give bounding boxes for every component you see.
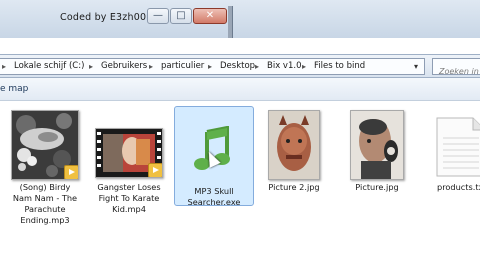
minimize-button[interactable]: — <box>147 8 169 24</box>
file-list: (Song) Birdy Nam Nam - The Parachute End… <box>0 100 480 270</box>
chevron-right-icon[interactable]: ▸ <box>302 59 306 74</box>
file-name-line: Picture 2.jpg <box>268 182 320 192</box>
play-icon <box>148 163 162 177</box>
file-name-line: Gangster Loses <box>97 182 161 192</box>
chevron-right-icon[interactable]: ▸ <box>89 59 93 74</box>
breadcrumb-item[interactable]: Gebruikers <box>101 59 147 74</box>
breadcrumb-item[interactable]: Files to bind <box>314 59 365 74</box>
file-name-line: Nam Nam - The <box>12 193 78 203</box>
window-edge <box>228 6 233 38</box>
new-folder-button[interactable]: e map <box>0 84 28 94</box>
text-file-icon <box>435 116 480 178</box>
photo-thumbnail <box>350 110 404 180</box>
file-name: Gangster Loses Fight To Karate Kid.mp4 <box>89 182 169 215</box>
file-name: products.tx <box>437 182 480 193</box>
chevron-right-icon[interactable]: ▸ <box>2 59 6 74</box>
address-bar: ▸ Lokale schijf (C:) ▸ Gebruikers ▸ part… <box>0 54 480 78</box>
file-name: Picture 2.jpg <box>254 182 334 193</box>
breadcrumb-item[interactable]: Lokale schijf (C:) <box>14 59 84 74</box>
minimize-icon: — <box>153 10 163 21</box>
album-art-thumbnail <box>11 110 79 180</box>
breadcrumb-item[interactable]: particulier <box>161 59 204 74</box>
command-bar: e map <box>0 78 480 101</box>
breadcrumb[interactable]: ▸ Lokale schijf (C:) ▸ Gebruikers ▸ part… <box>0 58 425 75</box>
close-button[interactable]: ✕ <box>193 8 227 24</box>
close-icon: ✕ <box>205 10 215 21</box>
file-name-line: Kid.mp4 <box>112 204 146 214</box>
breadcrumb-item[interactable]: Bix v1.0 <box>267 59 301 74</box>
chevron-right-icon[interactable]: ▸ <box>149 59 153 74</box>
photo-thumbnail <box>268 110 320 180</box>
search-input[interactable]: Zoeken in <box>432 58 480 76</box>
maximize-button[interactable]: □ <box>170 8 192 24</box>
file-name-line: (Song) Birdy <box>19 182 71 192</box>
file-name-line: Ending.mp3 <box>20 215 70 225</box>
title-bar[interactable]: Coded by E3zh00rn — □ ✕ <box>0 0 480 38</box>
file-name-line: Picture.jpg <box>355 182 399 192</box>
file-name-line: MP3 Skull <box>194 186 234 196</box>
window-title: Coded by E3zh00rn <box>60 12 157 23</box>
search-placeholder: Zoeken in <box>439 67 479 76</box>
maximize-icon: □ <box>176 10 186 21</box>
file-name-line: products.tx <box>437 182 480 192</box>
video-thumbnail <box>95 128 163 178</box>
file-name: Picture.jpg <box>337 182 417 193</box>
breadcrumb-item[interactable]: Desktop <box>220 59 255 74</box>
file-name: MP3 Skull Searcher.exe <box>174 186 254 208</box>
file-name: (Song) Birdy Nam Nam - The Parachute End… <box>5 182 85 226</box>
address-dropdown-icon[interactable]: ▾ <box>408 59 424 74</box>
file-name-line: Fight To Karate <box>98 193 160 203</box>
play-icon <box>64 165 78 179</box>
chevron-right-icon[interactable]: ▸ <box>208 59 212 74</box>
chevron-right-icon[interactable]: ▸ <box>255 59 259 74</box>
file-name-line: Searcher.exe <box>187 197 241 207</box>
file-name-line: Parachute <box>24 204 66 214</box>
